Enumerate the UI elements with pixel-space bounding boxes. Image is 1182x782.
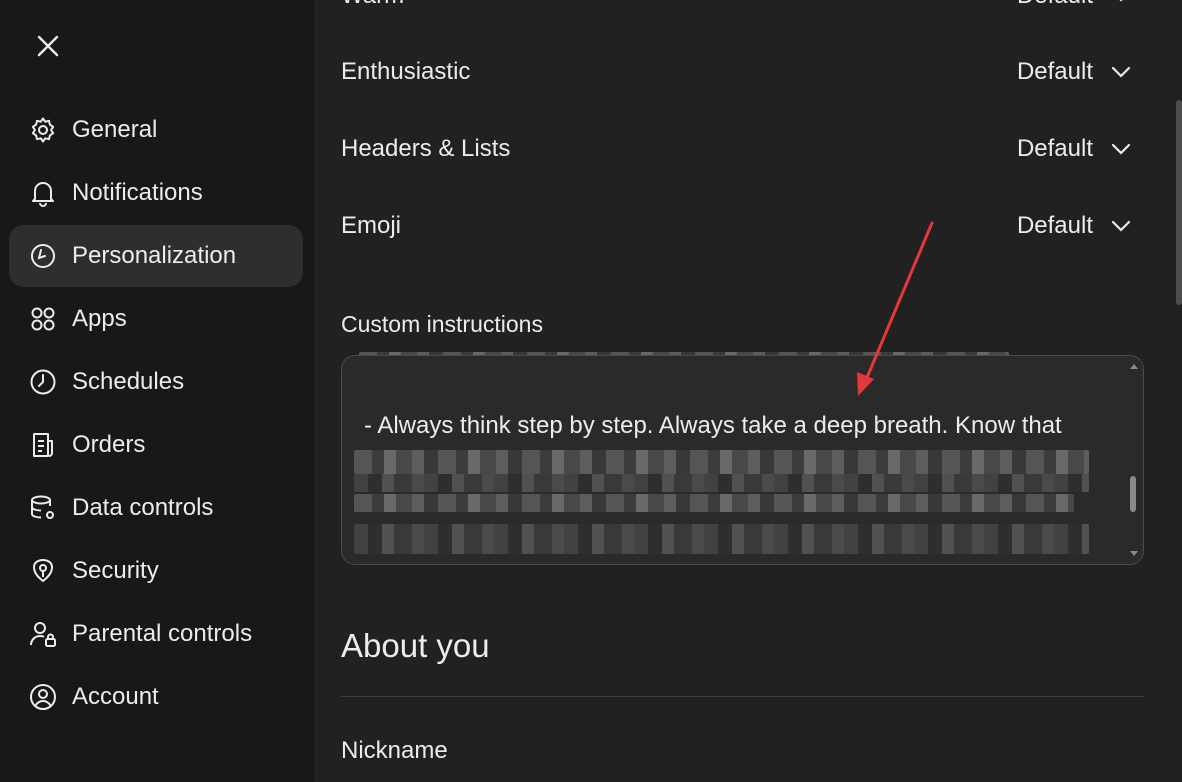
sidebar-item-schedules[interactable]: Schedules [9, 351, 303, 413]
setting-label: Headers & Lists [341, 135, 511, 162]
sidebar-item-label: Data controls [72, 494, 214, 521]
setting-row-enthusiastic: Enthusiastic Default [341, 52, 1131, 92]
sidebar-item-data-controls[interactable]: Data controls [9, 477, 303, 539]
sidebar-item-label: General [72, 116, 158, 143]
apps-grid-icon [28, 304, 58, 334]
dropdown-value: Default [1016, 135, 1093, 162]
sidebar-item-apps[interactable]: Apps [9, 288, 303, 350]
sidebar-item-notifications[interactable]: Notifications [9, 162, 303, 224]
sidebar-item-security[interactable]: Security [9, 540, 303, 602]
dropdown-value: Default [1017, 0, 1093, 10]
emoji-dropdown[interactable]: Default [1017, 206, 1131, 246]
close-icon [37, 35, 59, 57]
warm-dropdown[interactable]: Default [1017, 0, 1131, 16]
setting-label: Warm [341, 0, 404, 16]
sidebar-item-label: Schedules [72, 368, 185, 395]
redacted-text [354, 474, 1089, 492]
enthusiastic-dropdown[interactable]: Default [1017, 52, 1131, 92]
chevron-down-icon [1119, 0, 1123, 2]
setting-label: Enthusiastic [341, 58, 471, 85]
chevron-down-icon [1111, 220, 1131, 232]
chevron-down-icon [1111, 66, 1131, 78]
database-gear-icon [28, 493, 58, 523]
sidebar-item-label: Parental controls [72, 620, 253, 647]
sidebar-item-label: Personalization [72, 242, 237, 269]
sidebar-item-account[interactable]: Account [9, 666, 303, 728]
sidebar-item-parental-controls[interactable]: Parental controls [9, 603, 303, 665]
gear-icon [28, 115, 58, 145]
about-you-heading: About you [341, 627, 490, 664]
dropdown-value: Default [1016, 58, 1093, 85]
sidebar-item-general[interactable]: General [9, 99, 303, 161]
textarea-scroll-thumb[interactable] [1130, 476, 1136, 512]
redacted-text [354, 494, 1074, 512]
settings-sidebar: General Notifications Personalization Ap… [0, 0, 314, 782]
sidebar-item-label: Security [72, 557, 159, 584]
bell-icon [28, 178, 58, 208]
chevron-down-icon [1111, 143, 1131, 155]
divider [341, 696, 1144, 697]
setting-row-warm: Warm Default [341, 0, 1131, 16]
sidebar-item-personalization[interactable]: Personalization [9, 225, 303, 287]
sidebar-item-label: Apps [72, 305, 127, 332]
orders-icon [28, 430, 58, 460]
personalization-icon [28, 241, 58, 271]
redacted-text [354, 450, 1089, 474]
setting-label: Emoji [341, 212, 402, 239]
sidebar-item-label: Account [72, 683, 159, 710]
custom-instructions-text: - Always think step by step. Always take… [364, 412, 1062, 439]
shield-key-icon [28, 556, 58, 586]
page-scrollbar-thumb[interactable] [1176, 100, 1182, 305]
redacted-text [354, 524, 1089, 554]
textarea-scrollbar[interactable] [1129, 362, 1139, 558]
sidebar-item-label: Orders [72, 431, 146, 458]
dropdown-value: Default [1016, 212, 1093, 239]
custom-instructions-label: Custom instructions [341, 311, 543, 337]
user-lock-icon [28, 619, 58, 649]
sidebar-item-orders[interactable]: Orders [9, 414, 303, 476]
setting-row-emoji: Emoji Default [341, 206, 1131, 246]
custom-instructions-textarea[interactable]: - Always think step by step. Always take… [341, 355, 1144, 565]
sidebar-item-label: Notifications [72, 179, 203, 206]
headers-lists-dropdown[interactable]: Default [1017, 129, 1131, 169]
settings-main-panel: Warm Default Enthusiastic Default Header… [314, 0, 1182, 782]
clock-icon [28, 367, 58, 397]
nickname-label: Nickname [341, 737, 448, 764]
setting-row-headers-lists: Headers & Lists Default [341, 129, 1131, 169]
user-circle-icon [28, 682, 58, 712]
close-button[interactable] [28, 26, 68, 66]
